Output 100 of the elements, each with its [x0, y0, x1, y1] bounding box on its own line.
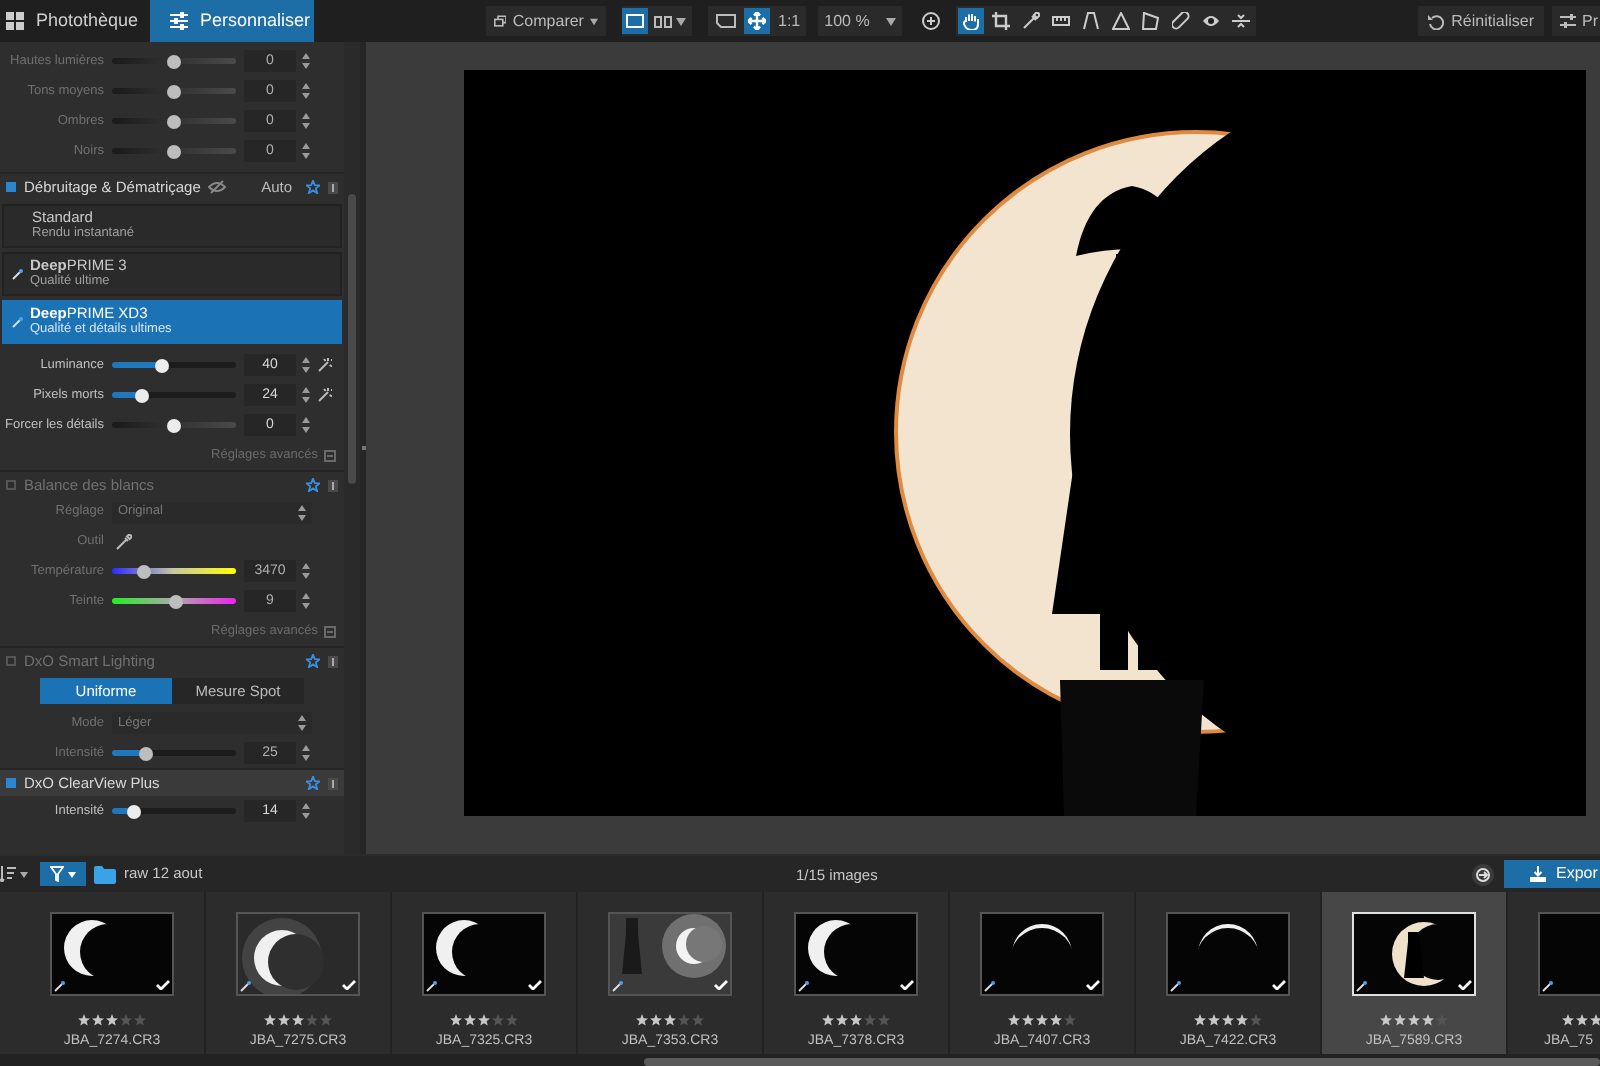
- star-rating[interactable]: [1194, 1014, 1262, 1026]
- zoom-dropdown[interactable]: 100 %: [818, 6, 903, 36]
- enable-checkbox[interactable]: [6, 480, 16, 490]
- hand-tool-button[interactable]: [958, 8, 985, 34]
- sort-icon: [0, 866, 16, 882]
- enable-checkbox[interactable]: [6, 182, 16, 192]
- eyedropper-tool-button[interactable]: [1018, 8, 1045, 34]
- star-rating[interactable]: [822, 1014, 890, 1026]
- filter-button[interactable]: [40, 862, 86, 886]
- photo-thumbnail[interactable]: [1166, 912, 1290, 996]
- star-rating[interactable]: [1008, 1014, 1076, 1026]
- splitter-handle[interactable]: [361, 446, 365, 450]
- bandage-icon: [1172, 12, 1191, 30]
- star-rating[interactable]: [1562, 1014, 1600, 1026]
- slider-thumb[interactable]: [134, 388, 149, 402]
- star-rating[interactable]: [1380, 1014, 1448, 1026]
- star-icon: [306, 776, 320, 790]
- bandage-tool-button[interactable]: [1168, 8, 1195, 34]
- polygon-icon: [1142, 12, 1161, 30]
- eyedropper-icon: [1022, 12, 1041, 30]
- compare-dropdown[interactable]: Comparer: [486, 6, 606, 36]
- single-view-icon: [626, 14, 644, 28]
- crop-tool-button[interactable]: [988, 8, 1015, 34]
- collapse-icon: [324, 625, 336, 637]
- sparkle-icon: [984, 980, 996, 992]
- sparkle-icon: [54, 980, 66, 992]
- sparkle-icon: [1356, 980, 1368, 992]
- slider-thumb[interactable]: [167, 418, 181, 432]
- sparkle-icon: [240, 980, 252, 992]
- stepper-icon: [302, 82, 310, 100]
- eyedropper-icon: [115, 533, 131, 549]
- compare-icon: [494, 14, 507, 28]
- sliders-icon: [1560, 14, 1576, 28]
- stepper-icon: [302, 356, 310, 374]
- slider-track[interactable]: [112, 750, 236, 756]
- eye-icon: [1202, 12, 1221, 30]
- move-button[interactable]: [744, 8, 770, 34]
- ruler-icon: [1052, 12, 1071, 30]
- stepper-icon: [302, 592, 310, 610]
- stepper-icon: [302, 416, 310, 434]
- compare-toggle-button[interactable]: [1472, 863, 1494, 885]
- enable-checkbox[interactable]: [6, 656, 16, 666]
- star-rating[interactable]: [264, 1014, 332, 1026]
- split-icon: [1232, 12, 1251, 30]
- crop-icon: [992, 12, 1011, 30]
- collapse-icon: [324, 449, 336, 461]
- stepper-icon: [298, 714, 306, 732]
- enable-checkbox[interactable]: [6, 778, 16, 788]
- slider-thumb[interactable]: [136, 564, 150, 578]
- slider-thumb[interactable]: [167, 84, 181, 98]
- slider-track[interactable]: [112, 598, 236, 604]
- slider-thumb[interactable]: [138, 746, 153, 760]
- slider-track[interactable]: [112, 392, 236, 398]
- star-rating[interactable]: [636, 1014, 704, 1026]
- sparkle-icon: [12, 268, 24, 280]
- stepper-icon: [302, 802, 310, 820]
- caret-icon: [589, 17, 598, 25]
- sparkle-icon: [1170, 980, 1182, 992]
- reset-button[interactable]: Réinitialiser: [1417, 6, 1544, 36]
- photo-thumbnail[interactable]: [794, 912, 918, 996]
- info-icon: [328, 655, 338, 667]
- view-tab[interactable]: Personnaliser: [150, 0, 314, 42]
- caret-icon: [676, 17, 686, 25]
- slider-track[interactable]: [112, 568, 236, 574]
- slider-thumb[interactable]: [167, 54, 181, 68]
- folder-icon: [94, 865, 116, 883]
- star-icon: [306, 654, 320, 668]
- caret-icon: [68, 871, 76, 877]
- single-view-button[interactable]: [622, 8, 648, 34]
- grid-icon: [6, 12, 24, 30]
- caret-icon: [886, 17, 897, 25]
- polygon-tool-button[interactable]: [1138, 8, 1165, 34]
- fit-view-button[interactable]: [712, 8, 738, 34]
- slider-thumb[interactable]: [167, 144, 181, 158]
- export-button[interactable]: Expor: [1504, 860, 1600, 888]
- filmstrip-scrollbar[interactable]: [644, 1057, 1600, 1065]
- sparkle-icon: [612, 980, 624, 992]
- photo-thumbnail[interactable]: [50, 912, 174, 996]
- photo-thumbnail[interactable]: [236, 912, 360, 996]
- presets-button[interactable]: Pr: [1552, 6, 1600, 36]
- slider-thumb[interactable]: [154, 358, 169, 372]
- view-tab[interactable]: Photothèque: [0, 0, 150, 42]
- sort-button[interactable]: [0, 860, 28, 888]
- star-icon: [306, 180, 320, 194]
- eyedropper-button[interactable]: [112, 530, 134, 552]
- slider-thumb[interactable]: [126, 804, 141, 818]
- star-rating[interactable]: [450, 1014, 518, 1026]
- photo-thumbnail[interactable]: [608, 912, 732, 996]
- photo-thumbnail[interactable]: [422, 912, 546, 996]
- triangle-tool-button[interactable]: [1108, 8, 1135, 34]
- slider-thumb[interactable]: [167, 114, 181, 128]
- info-icon: [328, 479, 338, 491]
- panel-scrollbar[interactable]: [348, 194, 356, 484]
- photo-thumbnail[interactable]: [980, 912, 1104, 996]
- slider-thumb[interactable]: [169, 594, 184, 608]
- star-rating[interactable]: [78, 1014, 146, 1026]
- slider-track[interactable]: [112, 362, 236, 368]
- perspective-tool-button[interactable]: [1078, 8, 1105, 34]
- zoom-in-button[interactable]: [918, 8, 945, 34]
- filter-icon: [50, 866, 64, 882]
